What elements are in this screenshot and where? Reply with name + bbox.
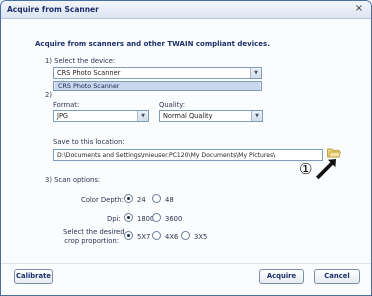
- device-dropdown-list: CRS Photo Scanner: [53, 81, 262, 91]
- quality-select[interactable]: Normal Quality ▼: [159, 110, 263, 122]
- cancel-button[interactable]: Cancel: [314, 269, 360, 284]
- crop-label-line2: crop proportion:: [64, 237, 119, 245]
- dpi-1800-radio[interactable]: [124, 213, 133, 222]
- annotation-number-1: ①: [299, 160, 313, 178]
- device-option[interactable]: CRS Photo Scanner: [55, 82, 260, 90]
- save-location-label: Save to this location:: [53, 138, 125, 146]
- color-depth-48-label: 48: [165, 196, 174, 204]
- footer-divider: [1, 263, 371, 264]
- format-select-value: JPG: [57, 112, 69, 120]
- dialog-title: Acquire from Scanner: [7, 5, 99, 14]
- chevron-down-icon[interactable]: ▼: [250, 68, 261, 78]
- crop-label-line1: Select the desired: [63, 228, 125, 236]
- quality-label: Quality:: [159, 101, 186, 109]
- step1-label: 1) Select the device:: [45, 57, 116, 65]
- crop-5x7-radio[interactable]: [124, 231, 133, 240]
- quality-select-value: Normal Quality: [163, 112, 213, 120]
- dpi-3600-radio[interactable]: [152, 213, 161, 222]
- crop-4x6-label: 4X6: [165, 233, 179, 241]
- chevron-down-icon[interactable]: ▼: [137, 111, 148, 121]
- chevron-down-icon[interactable]: ▼: [251, 111, 262, 121]
- dpi-3600-label: 3600: [165, 215, 183, 223]
- crop-3x5-label: 3X5: [194, 233, 208, 241]
- color-depth-48-radio[interactable]: [152, 194, 161, 203]
- crop-4x6-radio[interactable]: [152, 231, 161, 240]
- crop-3x5-radio[interactable]: [181, 231, 190, 240]
- save-location-field[interactable]: D:\Documents and Settings\mieuser.PC120\…: [53, 149, 323, 161]
- close-icon[interactable]: ×: [353, 3, 365, 15]
- dialog-heading: Acquire from scanners and other TWAIN co…: [35, 40, 270, 48]
- crop-5x7-label: 5X7: [137, 233, 151, 241]
- color-depth-24-label: 24: [137, 196, 146, 204]
- device-select-value: CRS Photo Scanner: [57, 69, 121, 77]
- calibrate-button[interactable]: Calibrate: [14, 269, 53, 284]
- step3-label: 3) Scan options:: [45, 176, 101, 184]
- title-bar: Acquire from Scanner ×: [1, 1, 371, 19]
- arrow-icon: [312, 157, 338, 183]
- color-depth-24-radio[interactable]: [124, 194, 133, 203]
- color-depth-label: Color Depth:: [81, 196, 124, 204]
- step2-label: 2): [45, 91, 52, 99]
- device-select[interactable]: CRS Photo Scanner ▼: [53, 67, 262, 79]
- format-select[interactable]: JPG ▼: [53, 110, 149, 122]
- acquire-dialog: Acquire from Scanner × Acquire from scan…: [0, 0, 372, 296]
- format-label: Format:: [53, 101, 80, 109]
- acquire-button[interactable]: Acquire: [259, 269, 304, 284]
- dpi-label: Dpi:: [107, 215, 121, 223]
